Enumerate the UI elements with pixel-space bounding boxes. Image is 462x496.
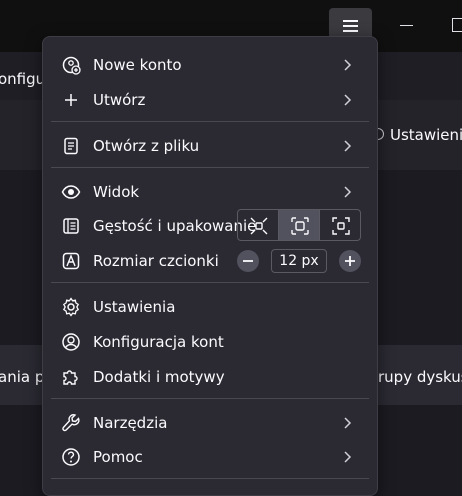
menu-separator (51, 478, 369, 479)
hamburger-icon (343, 20, 358, 22)
menu-item-tools[interactable]: Narzędzia (51, 407, 369, 439)
density-toggle-group (237, 209, 361, 241)
menu-separator (51, 167, 369, 168)
menu-item-open-file[interactable]: Otwórz z pliku (51, 130, 369, 162)
help-icon (62, 448, 80, 466)
menu-separator (51, 121, 369, 122)
font-size-decrease-button[interactable] (237, 250, 259, 272)
menu-item-label: Utwórz (93, 91, 146, 109)
normal-density-icon (291, 217, 309, 235)
chevron-right-icon (344, 94, 352, 106)
density-icon (63, 218, 79, 234)
plus-icon (345, 256, 355, 266)
chevron-right-icon (344, 140, 352, 152)
chevron-right-icon (344, 417, 352, 429)
hamburger-line (343, 30, 358, 32)
minimize-icon[interactable] (400, 25, 413, 26)
hamburger-line (343, 25, 358, 27)
background-settings-link[interactable]: Ustawienia (390, 126, 462, 144)
puzzle-icon (63, 370, 78, 385)
chevron-right-icon (344, 59, 352, 71)
menu-item-label: Narzędzia (93, 414, 168, 432)
chevron-right-icon (344, 451, 352, 463)
menu-separator (51, 282, 369, 283)
menu-item-label: Konfiguracja kont (93, 333, 224, 351)
gear-icon (62, 297, 80, 317)
menu-item-label: Pomoc (93, 448, 143, 466)
menu-item-label: Otwórz z pliku (93, 137, 200, 155)
menu-item-label: Widok (93, 183, 140, 201)
menu-item-create[interactable]: Utwórz (51, 84, 369, 116)
menu-item-new-account[interactable]: Nowe konto (51, 49, 369, 81)
eye-icon (61, 185, 81, 199)
menu-item-label: Gęstość i upakowanie (93, 217, 257, 235)
background-label: ania p (0, 368, 45, 386)
background-label: rupy dyskus (378, 368, 462, 386)
density-normal-button[interactable] (279, 210, 320, 240)
chevron-right-icon (344, 186, 352, 198)
menu-item-label: Rozmiar czcionki (93, 252, 219, 270)
menu-item-label: Ustawienia (93, 298, 176, 316)
font-size-icon (62, 252, 80, 270)
font-size-increase-button[interactable] (339, 250, 361, 272)
maximize-icon[interactable] (452, 18, 462, 32)
plus-icon (65, 94, 77, 106)
menu-item-account-settings[interactable]: Konfiguracja kont (51, 326, 369, 358)
app-menu-popup: Nowe konto Utwórz Otwórz z pliku Widok G… (42, 36, 378, 496)
relaxed-icon (332, 217, 350, 235)
font-size-value: 12 px (271, 249, 327, 273)
menu-item-addons[interactable]: Dodatki i motywy (51, 361, 369, 393)
file-icon (64, 137, 78, 155)
menu-item-settings[interactable]: Ustawienia (51, 291, 369, 323)
menu-item-label: Dodatki i motywy (93, 368, 225, 386)
wrench-icon (62, 414, 80, 432)
menu-separator (51, 398, 369, 399)
menu-item-label: Nowe konto (93, 56, 182, 74)
menu-item-help[interactable]: Pomoc (51, 441, 369, 473)
new-account-icon (62, 56, 81, 75)
density-relaxed-button[interactable] (320, 210, 360, 240)
compact-icon (250, 217, 268, 235)
density-compact-button[interactable] (238, 210, 279, 240)
account-icon (62, 333, 80, 351)
menu-item-view[interactable]: Widok (51, 176, 369, 208)
minus-icon (243, 260, 253, 262)
